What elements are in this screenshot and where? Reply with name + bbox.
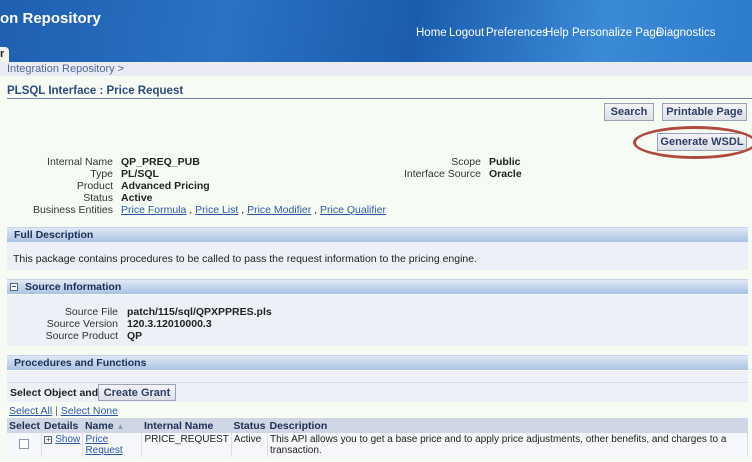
collapse-icon[interactable]: − <box>10 283 18 291</box>
entity-link[interactable]: Price Qualifier <box>320 204 386 216</box>
name-link[interactable]: Price Request <box>85 434 122 456</box>
procedures-strip <box>7 371 748 382</box>
table-header-row: Select Details Name ▲ Internal Name Stat… <box>7 418 748 433</box>
internal-name-label: Internal Name <box>47 156 113 168</box>
source-information-body <box>7 295 748 346</box>
type-value: PL/SQL <box>121 168 159 180</box>
printable-page-button[interactable]: Printable Page <box>662 103 747 121</box>
sort-asc-icon[interactable]: ▲ <box>116 422 124 431</box>
full-description-header: Full Description <box>7 227 748 242</box>
business-entities-label: Business Entities <box>33 204 113 216</box>
scope-value: Public <box>489 156 521 168</box>
row-checkbox[interactable] <box>19 439 30 449</box>
internal-name-cell: PRICE_REQUEST <box>141 433 232 457</box>
status-cell: Active <box>231 433 269 457</box>
nav-diagnostics[interactable]: Diagnostics <box>656 27 715 39</box>
source-information-header: − Source Information <box>7 279 748 294</box>
interface-source-label: Interface Source <box>403 168 481 180</box>
entity-link[interactable]: Price Formula <box>121 204 186 216</box>
expand-icon[interactable]: + <box>44 436 53 444</box>
col-select: Select <box>7 418 42 433</box>
source-version-label: Source Version <box>46 318 118 330</box>
source-product-label: Source Product <box>45 330 118 342</box>
col-description: Description <box>267 418 748 433</box>
interface-source-value: Oracle <box>489 168 522 180</box>
scope-label: Scope <box>451 156 481 168</box>
grant-bar: Select Object and Create Grant <box>7 382 748 402</box>
nav-preferences[interactable]: Preferences <box>486 27 548 39</box>
select-links: Select All | Select None <box>9 405 118 417</box>
select-all-link[interactable]: Select All <box>9 405 52 417</box>
procedures-table: Select Details Name ▲ Internal Name Stat… <box>7 418 748 457</box>
create-grant-button[interactable]: Create Grant <box>98 384 176 401</box>
full-description-body: This package contains procedures to be c… <box>7 242 748 270</box>
breadcrumb[interactable]: Integration Repository > <box>7 63 124 75</box>
select-object-label: Select Object and <box>10 387 99 399</box>
show-link[interactable]: Show <box>55 434 80 445</box>
col-details: Details <box>41 418 83 433</box>
procedures-header: Procedures and Functions <box>7 355 748 370</box>
full-description-text: This package contains procedures to be c… <box>13 253 478 265</box>
product-label: Product <box>76 180 113 192</box>
title-divider <box>7 98 752 99</box>
type-label: Type <box>90 168 113 180</box>
description-cell: This API allows you to get a base price … <box>267 433 748 457</box>
source-file-value: patch/115/sql/QPXPPRES.pls <box>127 306 272 318</box>
entity-link[interactable]: Price Modifier <box>247 204 311 216</box>
source-product-value: QP <box>127 330 143 342</box>
source-information-title: Source Information <box>25 281 122 293</box>
select-none-link[interactable]: Select None <box>61 405 118 417</box>
col-status: Status <box>231 418 268 433</box>
internal-name-value: QP_PREQ_PUB <box>121 156 200 168</box>
col-name[interactable]: Name ▲ <box>82 418 142 433</box>
nav-logout[interactable]: Logout <box>449 27 484 39</box>
nav-personalize-page[interactable]: Personalize Page <box>572 27 662 39</box>
search-button[interactable]: Search <box>604 103 654 121</box>
col-name-label: Name <box>84 419 114 432</box>
nav-help[interactable]: Help <box>545 27 569 39</box>
app-title: on Repository <box>0 10 101 27</box>
entity-link[interactable]: Price List <box>195 204 238 216</box>
col-internal-name: Internal Name <box>141 418 232 433</box>
nav-home[interactable]: Home <box>416 27 447 39</box>
product-value: Advanced Pricing <box>121 180 210 192</box>
tab[interactable]: r <box>0 47 9 62</box>
highlight-ellipse <box>633 126 752 159</box>
table-row: + Show Price Request PRICE_REQUEST Activ… <box>7 433 748 457</box>
business-entities: Price Formula , Price List , Price Modif… <box>121 204 386 216</box>
source-version-value: 120.3.12010000.3 <box>127 318 212 330</box>
status-value: Active <box>121 192 153 204</box>
page-title: PLSQL Interface : Price Request <box>7 85 184 97</box>
source-file-label: Source File <box>64 306 118 318</box>
status-label: Status <box>83 192 113 204</box>
